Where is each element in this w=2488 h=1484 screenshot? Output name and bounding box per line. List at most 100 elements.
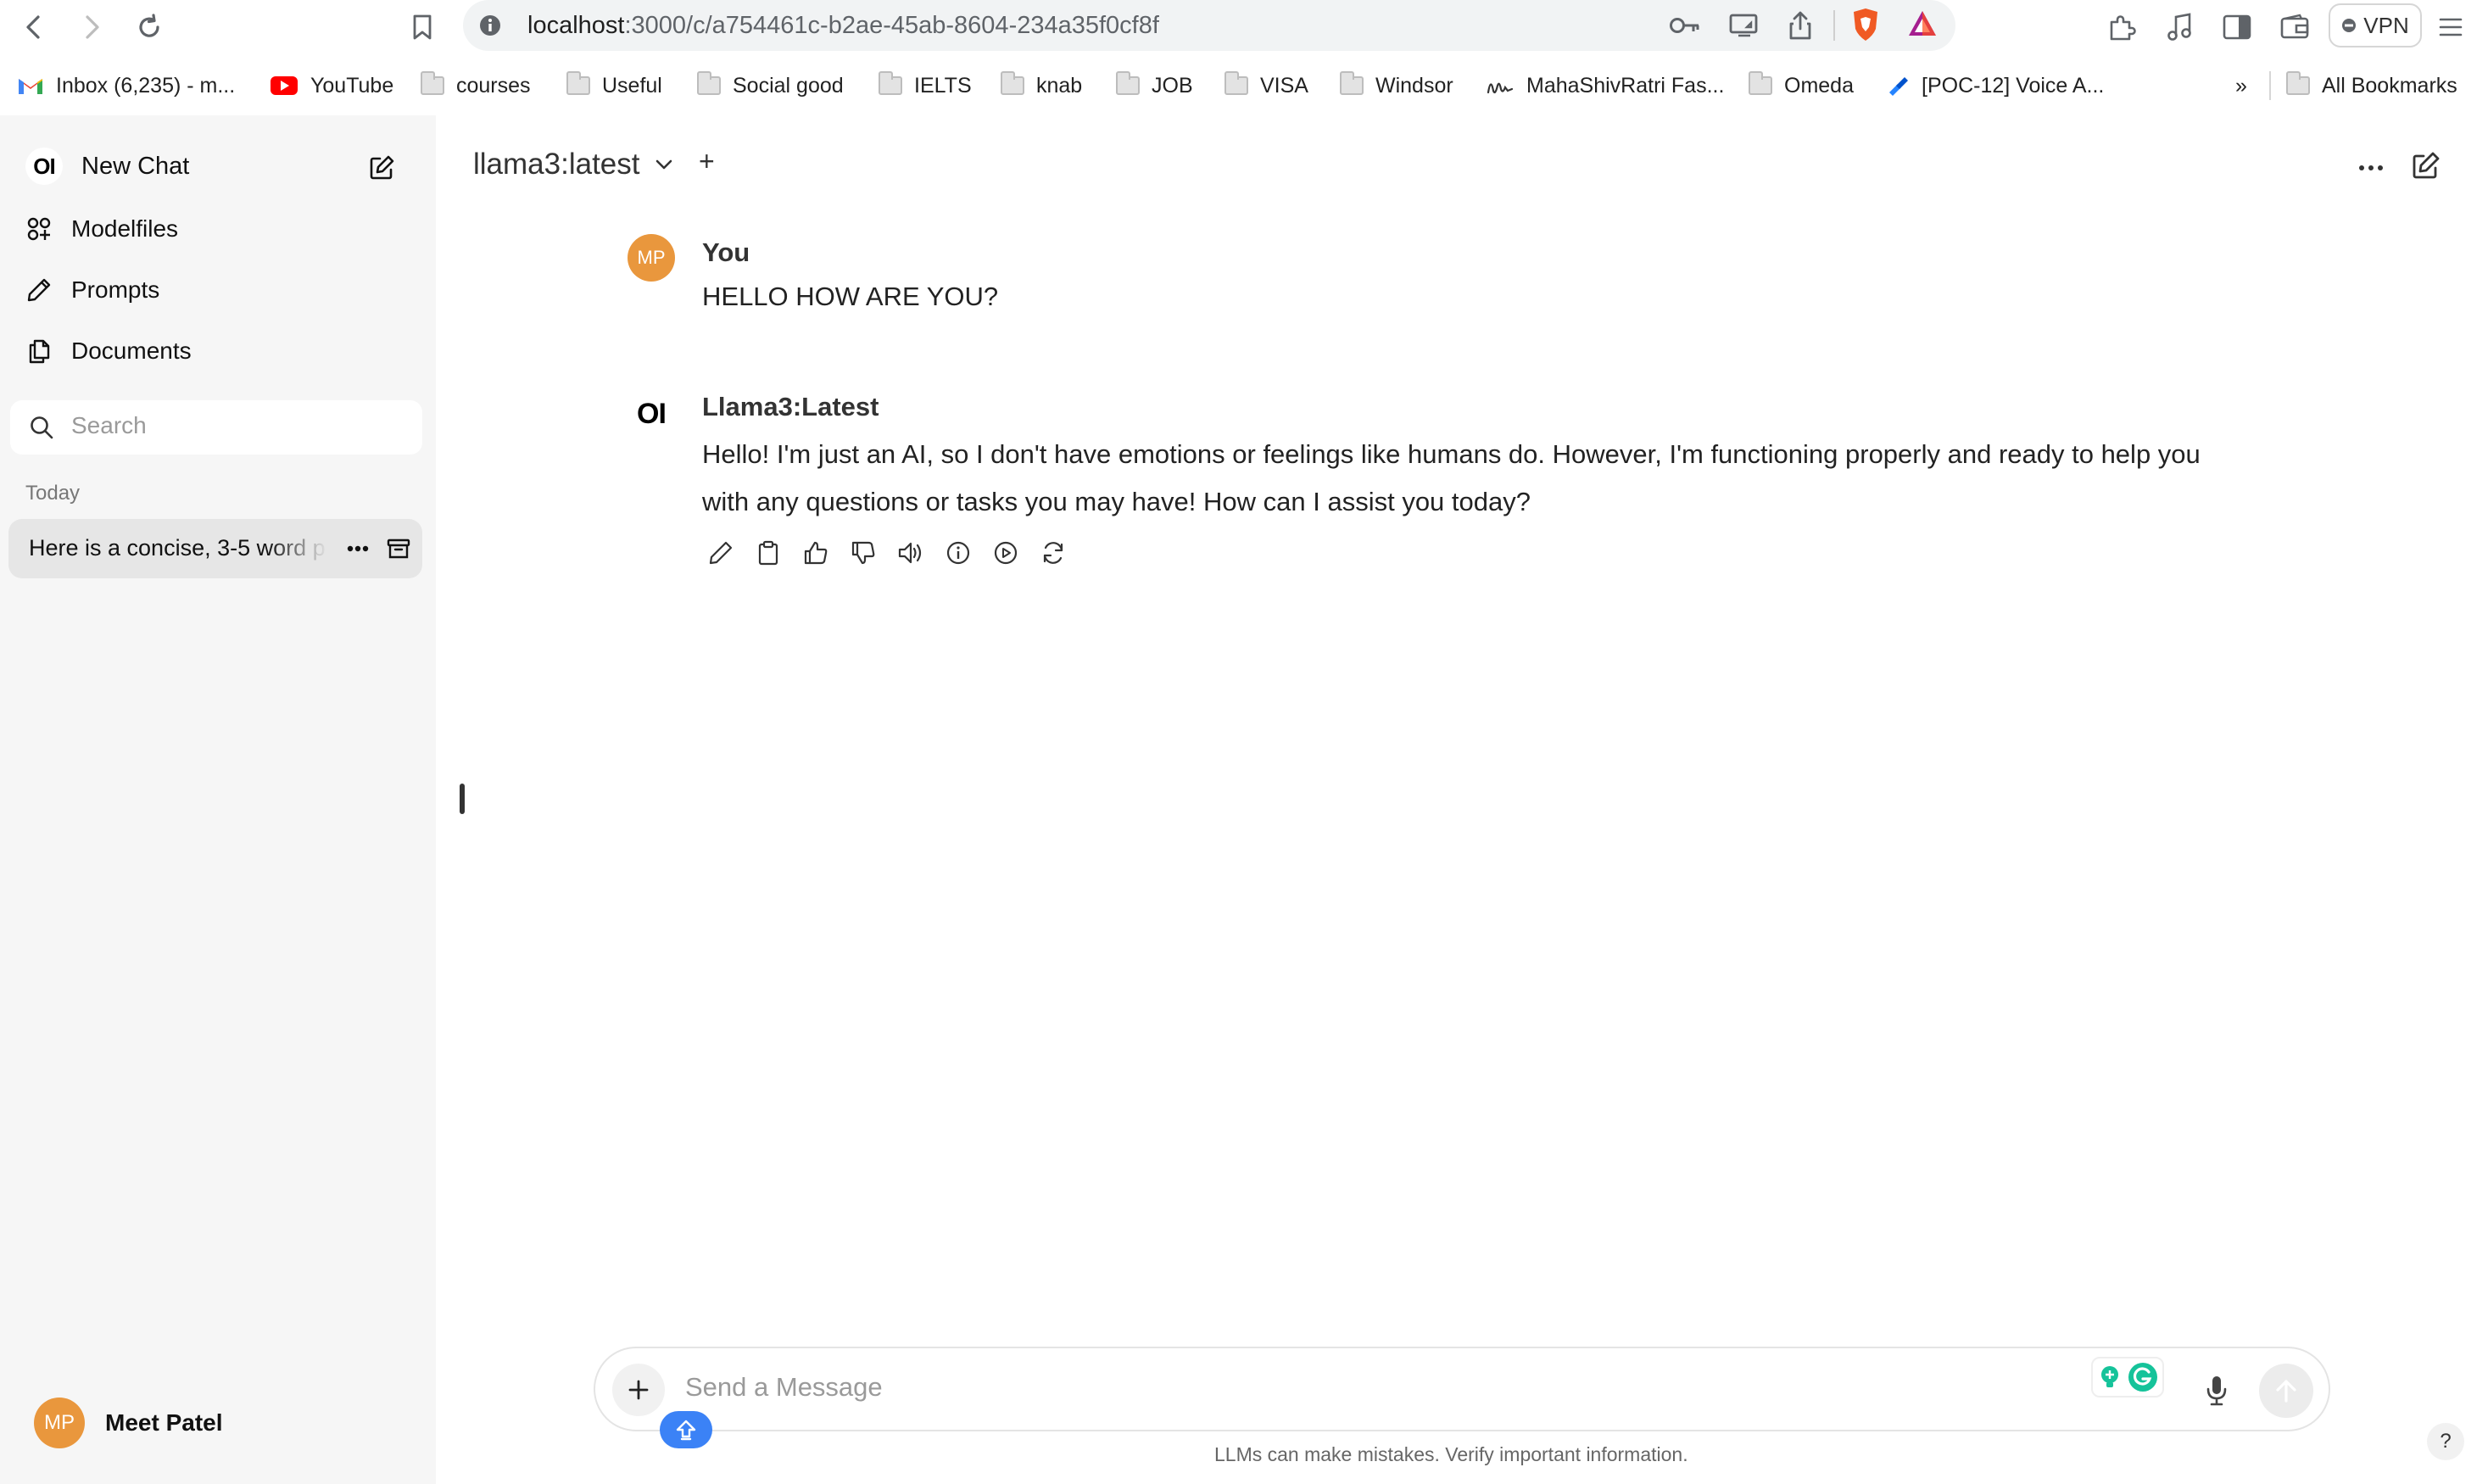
bookmark-job[interactable]: JOB (1116, 70, 1193, 102)
sidebar-resize-handle[interactable] (460, 784, 465, 814)
folder-icon (566, 71, 590, 95)
url-text[interactable]: localhost:3000/c/a754461c-b2ae-45ab-8604… (527, 12, 1159, 40)
folder-icon (879, 71, 902, 95)
forward-arrow-icon (86, 15, 99, 39)
bookmark-label: Useful (602, 73, 662, 98)
speaker-icon (898, 542, 922, 564)
bookmark-page-button[interactable] (404, 8, 441, 46)
copy-response-button[interactable] (751, 536, 785, 570)
sidebar-item-prompts[interactable]: Prompts (25, 276, 159, 304)
search-input[interactable] (71, 412, 410, 439)
chat-main: llama3:latest + MP You HELLO HOW ARE YOU… (436, 115, 2488, 1484)
folder-icon (2286, 71, 2310, 95)
model-selector[interactable]: llama3:latest (473, 148, 673, 181)
edit-response-button[interactable] (704, 536, 738, 570)
brave-rewards-icon[interactable] (1906, 8, 1939, 39)
sidebar-toggle-button[interactable] (2218, 8, 2256, 46)
help-button[interactable]: ? (2427, 1423, 2464, 1460)
bookmark-label: JOB (1152, 73, 1193, 98)
disclaimer-text: LLMs can make mistakes. Verify important… (1214, 1443, 1688, 1465)
url-host: localhost (527, 12, 625, 39)
bookmark-courses[interactable]: courses (421, 70, 531, 102)
address-bar-divider (1833, 10, 1835, 41)
compose-chat-button[interactable] (365, 151, 399, 185)
clipboard-icon (758, 540, 778, 566)
forward-button[interactable] (73, 8, 110, 46)
menu-button[interactable] (2432, 8, 2469, 46)
avatar: MP (34, 1398, 85, 1448)
chat-list-item[interactable]: Here is a concise, 3-5 word phrase (8, 519, 422, 578)
bookmarks-bar: Inbox (6,235) - m... YouTube courses Use… (0, 59, 2488, 112)
bookmark-youtube[interactable]: YouTube (270, 70, 393, 102)
bookmark-visa[interactable]: VISA (1224, 70, 1308, 102)
read-aloud-button[interactable] (894, 536, 928, 570)
hamburger-menu-icon (2439, 18, 2463, 36)
bookmark-poc-12[interactable]: [POC-12] Voice A... (1886, 70, 2104, 102)
good-response-button[interactable] (799, 536, 833, 570)
send-button[interactable] (2259, 1364, 2313, 1418)
site-info-icon[interactable] (478, 14, 502, 37)
bookmark-windsor[interactable]: Windsor (1340, 70, 1453, 102)
attach-button[interactable] (612, 1364, 665, 1416)
address-bar[interactable]: localhost:3000/c/a754461c-b2ae-45ab-8604… (463, 0, 1955, 51)
chat-menu-button[interactable] (2352, 151, 2390, 185)
chat-options-button[interactable] (341, 532, 375, 566)
reload-button[interactable] (131, 8, 168, 46)
wallet-icon (2280, 14, 2309, 39)
pencil-icon (27, 278, 51, 302)
sidebar-item-label: Documents (71, 338, 192, 364)
cast-icon[interactable] (1728, 12, 1760, 39)
generation-info-button[interactable] (941, 536, 975, 570)
extensions-button[interactable] (2103, 8, 2140, 46)
regenerate-button[interactable] (1036, 536, 1070, 570)
bookmark-omeda[interactable]: Omeda (1749, 70, 1854, 102)
bookmark-label: Inbox (6,235) - m... (56, 73, 236, 98)
key-icon[interactable] (1669, 14, 1701, 37)
bookmark-social-good[interactable]: Social good (697, 70, 844, 102)
message-text: HELLO HOW ARE YOU? (702, 282, 999, 311)
voice-input-button[interactable] (2198, 1372, 2235, 1409)
sidebar-item-modelfiles[interactable]: Modelfiles (25, 215, 178, 243)
bookmark-label: Omeda (1784, 73, 1854, 98)
bookmark-mahashivratri[interactable]: MahaShivRatri Fas... (1486, 70, 1724, 102)
info-icon (946, 541, 970, 565)
section-label-today: Today (25, 482, 81, 505)
thumbs-up-icon (804, 541, 828, 565)
grammarly-widget[interactable] (2091, 1357, 2164, 1398)
compose-icon (2413, 152, 2440, 179)
all-bookmarks-button[interactable]: All Bookmarks (2286, 70, 2457, 102)
pencil-icon (709, 541, 733, 565)
lightbulb-icon (2101, 1366, 2118, 1387)
folder-icon (1340, 71, 1364, 95)
continue-response-button[interactable] (989, 536, 1023, 570)
sidebar-search[interactable] (10, 400, 422, 455)
avatar: MP (628, 234, 675, 282)
message-composer (594, 1347, 2330, 1431)
new-chat-header-button[interactable] (2407, 148, 2444, 185)
new-chat-button[interactable]: OI New Chat (25, 148, 189, 185)
bookmark-useful[interactable]: Useful (566, 70, 662, 102)
share-icon[interactable] (1788, 10, 1813, 41)
back-button[interactable] (15, 8, 53, 46)
brave-shields-icon[interactable] (1850, 7, 1881, 42)
more-bookmarks-button[interactable]: » (2235, 70, 2247, 102)
youtube-icon (271, 76, 298, 95)
bookmark-gmail[interactable]: Inbox (6,235) - m... (17, 70, 235, 102)
archive-chat-button[interactable] (382, 532, 416, 566)
back-arrow-icon (26, 15, 40, 39)
more-horizontal-icon (347, 545, 369, 552)
bad-response-button[interactable] (846, 536, 880, 570)
vpn-button[interactable]: VPN (2329, 3, 2422, 47)
add-model-button[interactable]: + (699, 146, 715, 177)
scroll-to-bottom-button[interactable] (660, 1411, 712, 1448)
sidebar-item-label: Modelfiles (71, 215, 179, 242)
sidebar-item-documents[interactable]: Documents (25, 338, 192, 365)
user-profile-button[interactable]: MP Meet Patel (34, 1398, 223, 1448)
bookmark-knab[interactable]: knab (1001, 70, 1082, 102)
bookmark-ielts[interactable]: IELTS (879, 70, 972, 102)
media-button[interactable] (2161, 8, 2198, 46)
bookmark-label: VISA (1260, 73, 1308, 98)
message-input[interactable] (685, 1372, 1788, 1403)
wallet-button[interactable] (2276, 8, 2313, 46)
compose-icon (370, 155, 394, 180)
